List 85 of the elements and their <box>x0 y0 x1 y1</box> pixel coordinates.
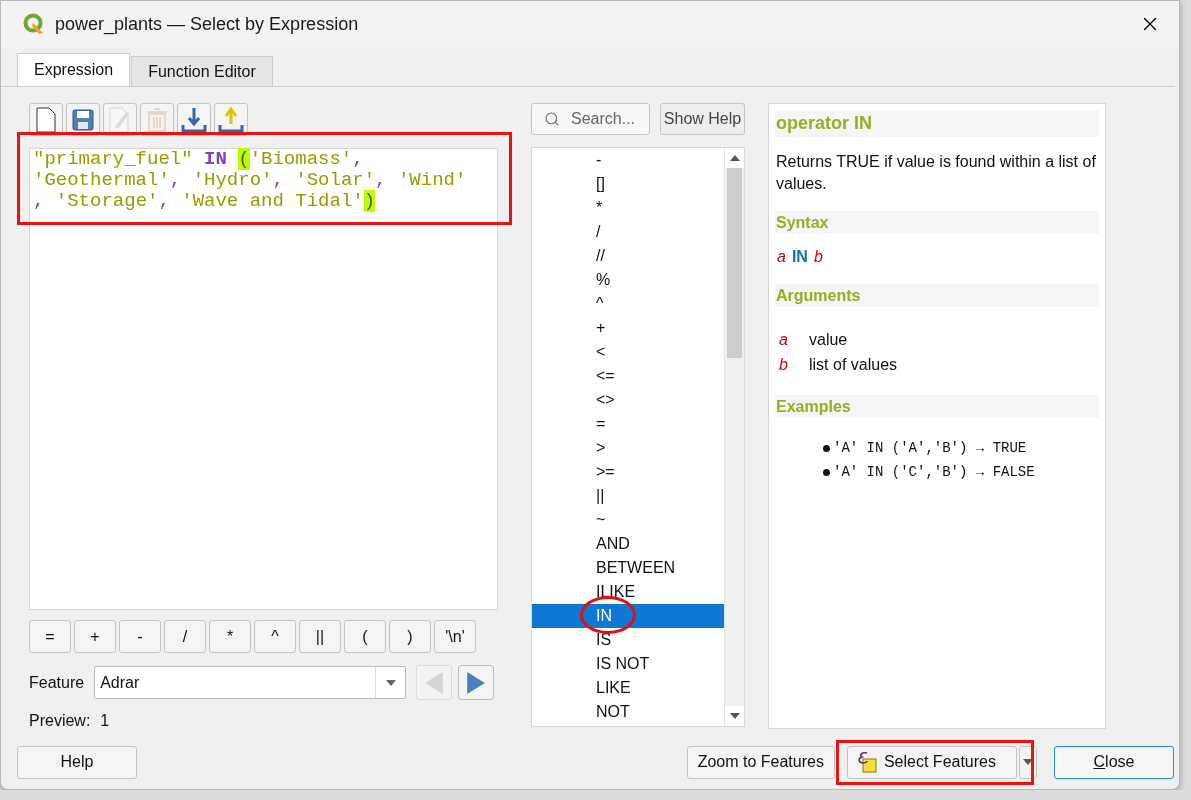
operator-button[interactable]: + <box>74 620 116 653</box>
list-item[interactable]: AND <box>532 532 724 556</box>
section-heading: Examples <box>775 395 1099 418</box>
bullet-dot <box>823 444 830 452</box>
toolbar-button[interactable] <box>29 103 63 136</box>
select-features-button[interactable]: Select Features <box>846 745 1017 779</box>
scroll-down-icon <box>729 711 740 721</box>
toolbar-button[interactable] <box>214 103 248 136</box>
list-item[interactable]: > <box>532 436 724 460</box>
caret-icon <box>385 677 396 688</box>
bullet-dot <box>823 468 830 476</box>
list-item[interactable]: ~ <box>532 508 724 532</box>
show-help-button[interactable]: Show Help <box>660 103 745 135</box>
argument-description: list of values <box>809 355 898 375</box>
syntax-token: b <box>813 248 823 266</box>
feature-label: Feature <box>29 673 85 692</box>
upload-icon <box>218 106 244 133</box>
app-logo-icon <box>23 13 45 35</box>
list-item[interactable]: [] <box>532 172 724 196</box>
operator-button[interactable]: / <box>164 620 206 653</box>
list-item[interactable]: < <box>532 340 724 364</box>
toolbar-button[interactable] <box>66 103 100 136</box>
select-expression-icon <box>855 751 878 773</box>
trash-icon <box>146 107 168 132</box>
list-item[interactable]: <= <box>532 364 724 388</box>
pencil-icon <box>109 106 131 133</box>
example-code: 'A' IN ('A','B') → TRUE <box>833 439 1027 458</box>
blank-page-icon <box>36 106 56 133</box>
example-code: 'A' IN ('C','B') → FALSE <box>833 463 1035 482</box>
left-triangle-icon <box>423 671 446 694</box>
section-heading: Syntax <box>775 211 1099 234</box>
close-button[interactable]: Close <box>1054 745 1174 779</box>
search-field[interactable]: Search... <box>531 103 650 135</box>
list-item[interactable]: ILIKE <box>532 580 724 604</box>
scrollbar-thumb[interactable] <box>727 168 742 358</box>
argument-description: value <box>809 330 848 350</box>
toolbar-button[interactable] <box>177 103 211 136</box>
operator-button[interactable]: * <box>209 620 251 653</box>
list-item[interactable]: BETWEEN <box>532 556 724 580</box>
zoom-to-features-button[interactable]: Zoom to Features <box>686 745 835 779</box>
preview-label: Preview: <box>29 712 91 730</box>
list-item[interactable]: // <box>532 244 724 268</box>
next-button[interactable] <box>458 665 495 700</box>
operator-button[interactable]: ( <box>344 620 386 653</box>
caret-icon <box>1023 757 1033 767</box>
syntax-token: a <box>777 248 786 266</box>
list-item[interactable]: LIKE <box>532 676 724 700</box>
preview-value: 1 <box>100 712 110 730</box>
operator-button[interactable]: ^ <box>254 620 296 653</box>
operator-button[interactable]: - <box>119 620 161 653</box>
argument-name: a <box>779 330 789 350</box>
operator-button[interactable]: '\n' <box>434 620 476 653</box>
list-item[interactable]: / <box>532 220 724 244</box>
window-title: power_plants — Select by Expression <box>55 13 360 35</box>
operator-button[interactable]: ) <box>389 620 431 653</box>
list-item[interactable]: * <box>532 196 724 220</box>
list-item[interactable]: || <box>532 484 724 508</box>
help-description: Returns TRUE if value is found within a list of values. <box>776 152 1097 194</box>
list-item[interactable]: <> <box>532 388 724 412</box>
feature-dropdown[interactable]: Adrar <box>94 666 407 699</box>
list-item[interactable]: + <box>532 316 724 340</box>
list-item[interactable]: NOT <box>532 700 724 724</box>
list-item[interactable]: >= <box>532 460 724 484</box>
list-item[interactable]: % <box>532 268 724 292</box>
list-item[interactable]: IS <box>532 628 724 652</box>
search-input[interactable]: Search... <box>569 109 649 129</box>
tab[interactable]: Expression <box>17 53 131 86</box>
help-button[interactable]: Help <box>17 745 137 779</box>
list-item[interactable]: IN <box>532 604 724 628</box>
syntax-token: IN <box>791 248 808 266</box>
save-icon <box>72 108 94 131</box>
operator-button[interactable]: || <box>299 620 341 653</box>
section-heading: Arguments <box>775 284 1099 307</box>
help-title: operator IN <box>775 110 1099 137</box>
list-item[interactable]: ^ <box>532 292 724 316</box>
download-icon <box>181 106 207 133</box>
scroll-up-icon <box>729 153 740 163</box>
list-item[interactable]: IS NOT <box>532 652 724 676</box>
expression-editor[interactable]: "primary_fuel" IN ('Biomass', 'Geothermal', 'Hydro', 'Solar', 'Wind' , 'Storage', 'Wave and Tidal') <box>29 148 498 610</box>
operator-button[interactable]: = <box>29 620 71 653</box>
scrollbar[interactable] <box>724 148 744 726</box>
argument-name: b <box>779 355 789 375</box>
tab[interactable]: Function Editor <box>131 56 273 86</box>
list-item[interactable]: - <box>532 148 724 172</box>
list-item[interactable]: = <box>532 412 724 436</box>
